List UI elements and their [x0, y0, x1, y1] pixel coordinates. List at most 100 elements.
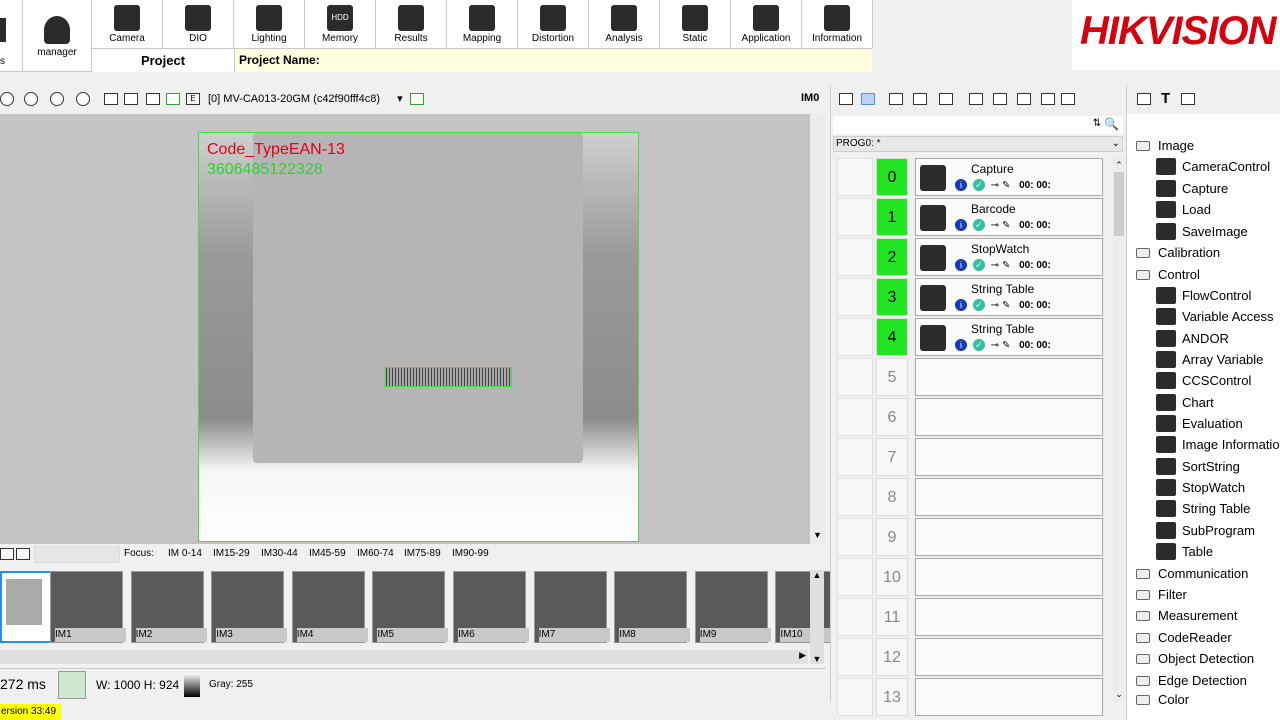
step-number-6[interactable]: 6 — [876, 398, 908, 436]
step-slot-0[interactable]: Capture i ✓ ⊸✎ 00: 00: — [915, 158, 1103, 196]
step-number-12[interactable]: 12 — [876, 638, 908, 676]
step-number-7[interactable]: 7 — [876, 438, 908, 476]
step-left-cell[interactable] — [837, 518, 873, 556]
step-left-cell[interactable] — [837, 638, 873, 676]
tree-category-image[interactable]: Image — [1158, 138, 1194, 153]
project-name-field[interactable]: Project Name: — [235, 49, 872, 72]
toolbar-analysis-button[interactable]: Analysis — [589, 0, 660, 48]
step-left-cell[interactable] — [837, 358, 873, 396]
toolbar-memory-button[interactable]: HDD Memory — [305, 0, 376, 48]
export-icon[interactable] — [1061, 93, 1075, 105]
project-tab[interactable]: Project — [92, 49, 235, 72]
check-icon[interactable]: ✓ — [972, 179, 985, 191]
variable-glyphs[interactable]: 00: 00: — [1019, 260, 1051, 271]
step-slot-4[interactable]: String Table i ✓ ⊸✎ 00: 00: — [915, 318, 1103, 356]
step-left-cell[interactable] — [837, 478, 873, 516]
step-left-cell[interactable] — [837, 398, 873, 436]
step-number-4[interactable]: 4 — [876, 318, 908, 356]
overlay-toggle-icon[interactable] — [166, 93, 180, 105]
tree-item-flowcontrol[interactable]: FlowControl — [1182, 288, 1251, 303]
thumb-vertical-scrollbar[interactable]: ▲ ▼ — [810, 570, 824, 664]
step-left-cell[interactable] — [837, 158, 873, 196]
focus-range-0[interactable]: IM 0-14 — [168, 548, 202, 559]
focus-range-1[interactable]: IM15-29 — [213, 548, 250, 559]
tree-category-object-detection[interactable]: Object Detection — [1158, 651, 1254, 666]
zoom-fit-icon[interactable] — [0, 92, 14, 106]
tree-category-communication[interactable]: Communication — [1158, 566, 1248, 581]
focus-range-5[interactable]: IM75-89 — [404, 548, 441, 559]
step-slot-12[interactable] — [915, 638, 1103, 676]
step-left-cell[interactable] — [837, 318, 873, 356]
tree-category-calibration[interactable]: Calibration — [1158, 245, 1220, 260]
step-number-2[interactable]: 2 — [876, 238, 908, 276]
step-slot-11[interactable] — [915, 598, 1103, 636]
thumbnail-4[interactable]: IM4 — [291, 571, 368, 643]
tree-category-edge-detection[interactable]: Edge Detection — [1158, 673, 1247, 688]
save-icon[interactable] — [1017, 93, 1031, 105]
focus-range-3[interactable]: IM45-59 — [309, 548, 346, 559]
tree-item-andor[interactable]: ANDOR — [1182, 331, 1229, 346]
thumbnail-1[interactable]: IM1 — [50, 571, 126, 643]
step-left-cell[interactable] — [837, 198, 873, 236]
step-number-8[interactable]: 8 — [876, 478, 908, 516]
tree-category-codereader[interactable]: CodeReader — [1158, 630, 1232, 645]
thumbnail-7[interactable]: IM7 — [533, 571, 610, 643]
variable-glyphs[interactable]: 00: 00: — [1019, 340, 1051, 351]
toolbar-camera-button[interactable]: Camera — [92, 0, 163, 48]
download-alt-icon[interactable] — [889, 93, 903, 105]
thumb-horizontal-scrollbar[interactable]: ▶ — [0, 650, 808, 664]
tree-item-string-table[interactable]: String Table — [1182, 501, 1250, 516]
toolbar-distortion-button[interactable]: Distortion — [518, 0, 589, 48]
info-icon[interactable]: i — [955, 339, 967, 351]
link-icon[interactable]: ⊸ — [991, 220, 1002, 231]
step-slot-13[interactable] — [915, 678, 1103, 716]
step-number-11[interactable]: 11 — [876, 598, 908, 636]
tree-category-color[interactable]: Color — [1158, 692, 1189, 707]
step-left-cell[interactable] — [837, 238, 873, 276]
step-slot-10[interactable] — [915, 558, 1103, 596]
program-search-bar[interactable]: ⇅ 🔍 — [833, 116, 1123, 134]
multi-view-icon[interactable] — [104, 93, 118, 105]
grid-icon[interactable] — [124, 93, 138, 105]
refresh-icon[interactable] — [913, 93, 927, 105]
zoom-in-icon[interactable] — [24, 92, 38, 106]
tree-category-filter[interactable]: Filter — [1158, 587, 1187, 602]
check-icon[interactable]: ✓ — [972, 219, 985, 231]
edit-icon[interactable]: ✎ — [1002, 340, 1013, 351]
download-icon[interactable] — [861, 93, 875, 105]
tree-item-saveimage[interactable]: SaveImage — [1182, 224, 1248, 239]
step-slot-2[interactable]: StopWatch i ✓ ⊸✎ 00: 00: — [915, 238, 1103, 276]
step-left-cell[interactable] — [837, 438, 873, 476]
sort-icon[interactable]: ⇅ — [1093, 118, 1101, 129]
tree-category-measurement[interactable]: Measurement — [1158, 608, 1237, 623]
thumbnail-9[interactable]: IM9 — [694, 571, 771, 643]
tree-item-stopwatch[interactable]: StopWatch — [1182, 480, 1245, 495]
info-icon[interactable]: i — [955, 259, 967, 271]
step-number-5[interactable]: 5 — [876, 358, 908, 396]
tree-item-sortstring[interactable]: SortString — [1182, 459, 1240, 474]
focus-range-6[interactable]: IM90-99 — [452, 548, 489, 559]
save-all-icon[interactable] — [1041, 93, 1055, 105]
tree-item-capture[interactable]: Capture — [1182, 181, 1228, 196]
manager-button[interactable]: manager — [22, 0, 92, 72]
step-left-cell[interactable] — [837, 278, 873, 316]
toolbar-dio-button[interactable]: DIO — [163, 0, 234, 48]
step-slot-6[interactable] — [915, 398, 1103, 436]
thumbnail-6[interactable]: IM6 — [453, 571, 529, 643]
toolbar-lighting-button[interactable]: Lighting — [234, 0, 305, 48]
program-select[interactable]: PROG0: * ⌄ — [833, 136, 1123, 152]
toolbar-static-button[interactable]: Static — [660, 0, 731, 48]
tree-item-cameracontrol[interactable]: CameraControl — [1182, 159, 1270, 174]
tree-item-variable-access[interactable]: Variable Access — [1182, 309, 1274, 324]
tree-item-ccscontrol[interactable]: CCSControl — [1182, 373, 1251, 388]
toolbar-mapping-button[interactable]: Mapping — [447, 0, 518, 48]
search-icon[interactable]: 🔍 — [1104, 117, 1119, 131]
tree-item-table[interactable]: Table — [1182, 544, 1213, 559]
thumbnail-5[interactable]: IM5 — [372, 571, 449, 643]
overlay-badge[interactable]: E — [186, 93, 200, 105]
step-left-cell[interactable] — [837, 558, 873, 596]
collapse-icon[interactable] — [839, 93, 853, 105]
edit-icon[interactable]: ✎ — [1002, 300, 1013, 311]
link-icon[interactable]: ⊸ — [991, 300, 1002, 311]
tree-category-control[interactable]: Control — [1158, 267, 1200, 282]
